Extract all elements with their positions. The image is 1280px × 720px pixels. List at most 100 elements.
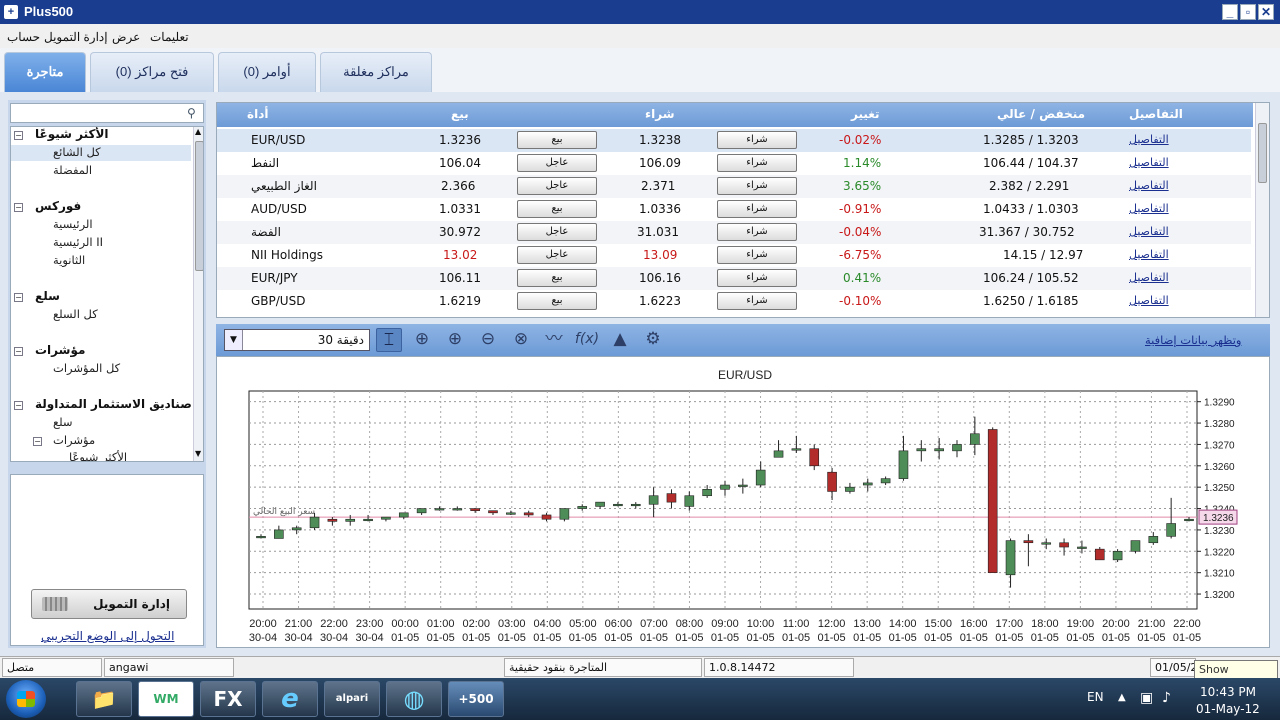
tree-item-favorites[interactable]: المفضلة	[53, 163, 92, 177]
taskbar-app-wm[interactable]: WM	[138, 681, 194, 717]
zoom-reset-icon[interactable]: ⊗	[508, 328, 534, 352]
collapse-icon[interactable]: −	[14, 401, 23, 410]
sell-button[interactable]: بيع	[517, 200, 597, 218]
sell-button[interactable]: عاجل	[517, 223, 597, 241]
more-data-link[interactable]: وتظهر بيانات إضافية	[1145, 333, 1241, 347]
language-indicator[interactable]: EN	[1087, 690, 1104, 704]
function-icon[interactable]: f(x)	[574, 328, 600, 352]
tree-scrollbar[interactable]: ▲ ▼	[193, 127, 203, 461]
clock-date[interactable]: 01-May-12	[1196, 702, 1260, 716]
taskbar-app-alpari[interactable]: alpari	[324, 681, 380, 717]
crosshair-icon[interactable]: ⊕	[409, 328, 435, 352]
collapse-icon[interactable]: −	[14, 347, 23, 356]
funding-button[interactable]: إدارة التمويل	[31, 589, 187, 619]
details-link[interactable]: التفاصيل	[1129, 248, 1169, 261]
menu-account[interactable]: حساب	[7, 30, 40, 44]
table-row[interactable]: AUD/USD 1.0331 بيع 1.0336 شراء -0.91% 1.…	[217, 198, 1251, 221]
start-button[interactable]	[6, 680, 46, 718]
tree-item-etf-popular[interactable]: الأكثر شيوعًا	[69, 450, 127, 461]
cursor-icon[interactable]: ⌶	[376, 328, 402, 352]
tree-item-majors[interactable]: الرئيسية	[53, 217, 93, 231]
zoom-out-icon[interactable]: ⊖	[475, 328, 501, 352]
search-input[interactable]: ⚲	[10, 103, 204, 123]
tab-trading[interactable]: متاجرة	[4, 52, 86, 92]
search-icon[interactable]: ⚲	[187, 106, 196, 120]
tray-expand-icon[interactable]: ▲	[1118, 692, 1126, 703]
switch-to-demo-link[interactable]: التحول إلى الوضع التجريبي	[41, 629, 174, 643]
network-icon[interactable]: ▣	[1140, 690, 1153, 706]
restore-button[interactable]: ▫	[1240, 4, 1256, 20]
collapse-icon[interactable]: −	[14, 131, 23, 140]
details-link[interactable]: التفاصيل	[1129, 156, 1169, 169]
tab-closed-positions[interactable]: مراكز مغلقة	[320, 52, 432, 92]
sell-button[interactable]: بيع	[517, 131, 597, 149]
table-row[interactable]: GBP/USD 1.6219 بيع 1.6223 شراء -0.10% 1.…	[217, 290, 1251, 313]
tree-item-all-popular[interactable]: كل الشائع	[11, 145, 191, 161]
candlestick-chart[interactable]: EUR/USD سعر البيع الحالي 1.3290 1.3280 1.3…	[217, 357, 1269, 647]
tree-group-etfs[interactable]: صناديق الاستثمار المتداولة	[35, 397, 192, 411]
menu-view[interactable]: عرض	[112, 30, 140, 44]
collapse-icon[interactable]: −	[14, 203, 23, 212]
tree-group-commodities[interactable]: سلع	[35, 289, 60, 303]
zoom-in-icon[interactable]: ⊕	[442, 328, 468, 352]
tree-group-indices[interactable]: مؤشرات	[35, 343, 85, 357]
table-row[interactable]: الغاز الطبيعي 2.366 عاجل 2.371 شراء 3.65…	[217, 175, 1251, 198]
tree-item-etf-commodities[interactable]: سلع	[53, 415, 73, 429]
buy-button[interactable]: شراء	[717, 200, 797, 218]
table-scrollbar[interactable]	[1255, 103, 1269, 317]
sell-button[interactable]: بيع	[517, 269, 597, 287]
bell-icon[interactable]: ▲	[607, 328, 633, 352]
table-row[interactable]: النفط 106.04 عاجل 106.09 شراء 1.14% 106.…	[217, 152, 1251, 175]
minimize-button[interactable]: _	[1222, 4, 1238, 20]
taskbar-app-fx[interactable]: FX	[200, 681, 256, 717]
sell-button[interactable]: بيع	[517, 292, 597, 310]
tree-group-popular[interactable]: الأكثر شيوعًا	[35, 127, 109, 141]
tab-open-positions[interactable]: فتح مراكز (0)	[90, 52, 214, 92]
details-link[interactable]: التفاصيل	[1129, 179, 1169, 192]
tree-item-all-indices[interactable]: كل المؤشرات	[53, 361, 120, 375]
buy-button[interactable]: شراء	[717, 223, 797, 241]
gear-icon[interactable]: ⚙	[640, 328, 666, 352]
collapse-icon[interactable]: −	[14, 293, 23, 302]
details-link[interactable]: التفاصيل	[1129, 294, 1169, 307]
collapse-icon[interactable]: −	[33, 437, 42, 446]
buy-button[interactable]: شراء	[717, 246, 797, 264]
sell-button[interactable]: عاجل	[517, 177, 597, 195]
scroll-down-icon[interactable]: ▼	[195, 449, 201, 458]
buy-button[interactable]: شراء	[717, 154, 797, 172]
tab-orders[interactable]: أوامر (0)	[218, 52, 316, 92]
table-row[interactable]: NII Holdings 13.02 عاجل 13.09 شراء -6.75…	[217, 244, 1251, 267]
table-row[interactable]: EUR/USD 1.3236 بيع 1.3238 شراء -0.02% 1.…	[217, 129, 1251, 152]
tree-item-minors[interactable]: الثانوية	[53, 253, 85, 267]
close-button[interactable]: ✕	[1258, 4, 1274, 20]
buy-button[interactable]: شراء	[717, 177, 797, 195]
chevron-down-icon[interactable]: ▼	[225, 330, 243, 350]
tree-item-majors-2[interactable]: الرئيسية II	[53, 235, 103, 249]
scroll-thumb[interactable]	[1258, 123, 1267, 183]
taskbar-app-internet-explorer[interactable]: e	[262, 681, 318, 717]
buy-button[interactable]: شراء	[717, 269, 797, 287]
sell-button[interactable]: عاجل	[517, 154, 597, 172]
buy-button[interactable]: شراء	[717, 131, 797, 149]
tree-item-etf-indices[interactable]: مؤشرات	[53, 433, 95, 447]
details-link[interactable]: التفاصيل	[1129, 225, 1169, 238]
tree-item-all-commodities[interactable]: كل السلع	[53, 307, 98, 321]
menu-funding[interactable]: إدارة التمويل	[44, 30, 108, 44]
details-link[interactable]: التفاصيل	[1129, 202, 1169, 215]
menu-help[interactable]: تعليمات	[150, 30, 189, 44]
buy-button[interactable]: شراء	[717, 292, 797, 310]
scroll-thumb[interactable]	[195, 141, 203, 271]
sell-button[interactable]: عاجل	[517, 246, 597, 264]
price-chart[interactable]: EUR/USD سعر البيع الحالي 1.3290 1.3280 1.3…	[216, 356, 1270, 648]
line-chart-icon[interactable]: 〰	[541, 328, 567, 352]
details-link[interactable]: التفاصيل	[1129, 271, 1169, 284]
taskbar-app-globe[interactable]: ◍	[386, 681, 442, 717]
clock-time[interactable]: 10:43 PM	[1200, 685, 1256, 699]
volume-icon[interactable]: ♪	[1162, 690, 1171, 706]
details-link[interactable]: التفاصيل	[1129, 133, 1169, 146]
scroll-up-icon[interactable]: ▲	[195, 127, 201, 136]
taskbar-app-plus500[interactable]: +500	[448, 681, 504, 717]
tree-group-forex[interactable]: فوركس	[35, 199, 81, 213]
table-row[interactable]: EUR/JPY 106.11 بيع 106.16 شراء 0.41% 106…	[217, 267, 1251, 290]
table-row[interactable]: الفضة 30.972 عاجل 31.031 شراء -0.04% 31.…	[217, 221, 1251, 244]
